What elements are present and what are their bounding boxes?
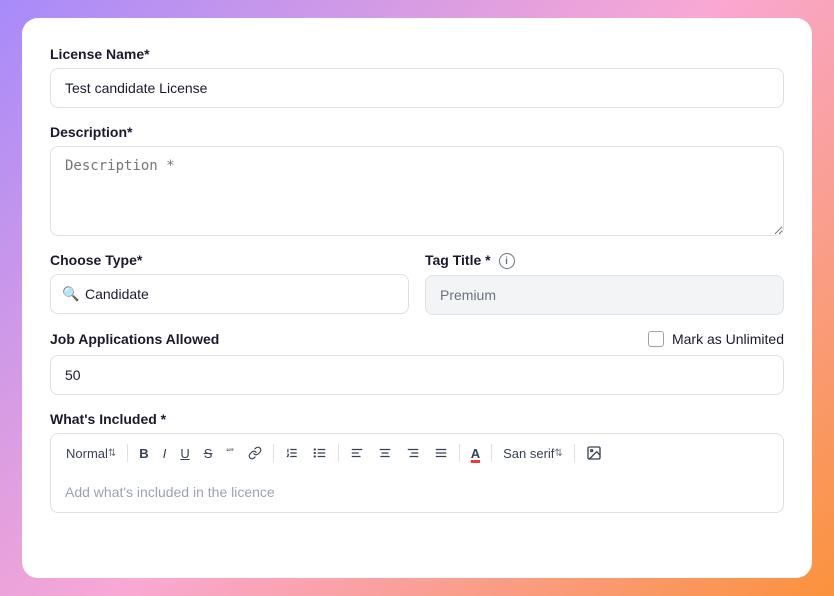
toolbar-bold-btn[interactable]: B: [134, 443, 153, 464]
toolbar-italic-btn[interactable]: I: [158, 443, 172, 464]
license-name-input[interactable]: [50, 68, 784, 108]
rich-text-editor: Normal ⇅ B I U S “”: [50, 433, 784, 513]
toolbar-font-family-btn[interactable]: San serif ⇅: [498, 443, 568, 464]
job-applications-header-row: Job Applications Allowed Mark as Unlimit…: [50, 331, 784, 347]
choose-type-input-wrap: 🔍: [50, 274, 409, 314]
toolbar-underline-btn[interactable]: U: [175, 443, 194, 464]
description-group: Description*: [50, 124, 784, 236]
toolbar-unordered-list-btn[interactable]: [308, 443, 332, 463]
font-family-arrow-icon: ⇅: [554, 448, 562, 459]
choose-type-group: Choose Type* 🔍: [50, 252, 409, 314]
editor-toolbar: Normal ⇅ B I U S “”: [50, 433, 784, 472]
toolbar-divider-5: [491, 444, 492, 462]
job-applications-label: Job Applications Allowed: [50, 331, 219, 347]
normal-arrow-icon: ⇅: [108, 448, 116, 459]
toolbar-font-color-btn[interactable]: A: [466, 443, 485, 464]
toolbar-align-right-btn[interactable]: [401, 443, 425, 463]
whats-included-group: What's Included * Normal ⇅ B I U S “”: [50, 411, 784, 513]
toolbar-align-center-btn[interactable]: [373, 443, 397, 463]
tag-title-label: Tag Title * i: [425, 252, 784, 269]
toolbar-divider-4: [459, 444, 460, 462]
tag-title-group: Tag Title * i: [425, 252, 784, 315]
license-name-group: License Name*: [50, 46, 784, 108]
toolbar-divider-6: [574, 444, 575, 462]
job-applications-input[interactable]: [50, 355, 784, 395]
toolbar-strikethrough-btn[interactable]: S: [199, 443, 218, 464]
toolbar-quote-btn[interactable]: “”: [221, 444, 238, 462]
description-input[interactable]: [50, 146, 784, 236]
job-applications-group: Job Applications Allowed Mark as Unlimit…: [50, 331, 784, 395]
description-label: Description*: [50, 124, 784, 140]
tag-title-info-icon: i: [499, 253, 515, 269]
whats-included-label: What's Included *: [50, 411, 784, 427]
toolbar-divider-2: [273, 444, 274, 462]
editor-content-area[interactable]: Add what's included in the licence: [50, 472, 784, 513]
choose-type-label: Choose Type*: [50, 252, 409, 268]
toolbar-divider-1: [127, 444, 128, 462]
toolbar-align-left-btn[interactable]: [345, 443, 369, 463]
mark-unlimited-checkbox[interactable]: [648, 331, 664, 347]
toolbar-justify-btn[interactable]: [429, 443, 453, 463]
toolbar-image-btn[interactable]: [581, 442, 607, 464]
license-name-label: License Name*: [50, 46, 784, 62]
toolbar-divider-3: [338, 444, 339, 462]
tag-title-input[interactable]: [425, 275, 784, 315]
toolbar-link-btn[interactable]: [243, 443, 267, 463]
mark-unlimited-label[interactable]: Mark as Unlimited: [648, 331, 784, 347]
toolbar-normal-btn[interactable]: Normal ⇅: [61, 443, 121, 464]
form-card: License Name* Description* Choose Type* …: [22, 18, 812, 578]
choose-type-input[interactable]: [50, 274, 409, 314]
toolbar-ordered-list-btn[interactable]: [280, 443, 304, 463]
type-tag-row: Choose Type* 🔍 Tag Title * i: [50, 252, 784, 315]
